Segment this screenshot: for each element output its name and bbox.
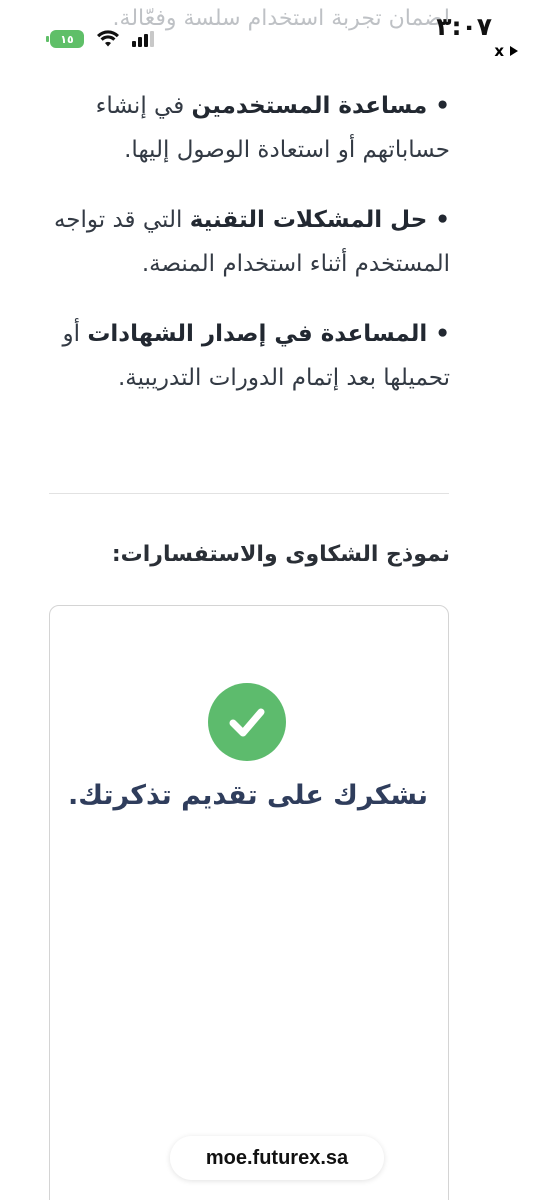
divider <box>49 493 449 494</box>
signal-icon <box>132 31 154 47</box>
form-heading: نموذج الشكاوى والاستفسارات: <box>111 542 450 567</box>
wifi-icon <box>96 30 120 48</box>
status-icons: ١٥ <box>46 30 154 48</box>
list-item-bold: • حل المشكلات التقنية <box>189 207 450 233</box>
list-item-bold: • المساعدة في إصدار الشهادات <box>87 321 450 347</box>
success-check-icon <box>208 683 286 761</box>
help-list: • مساعدة المستخدمين في إنشاء حساباتهم أو… <box>50 84 450 426</box>
list-item-bold: • مساعدة المستخدمين <box>191 93 451 119</box>
battery-icon: ١٥ <box>46 30 84 48</box>
url-bar[interactable]: moe.futurex.sa <box>170 1136 384 1180</box>
list-item: • حل المشكلات التقنية التي قد تواجه المس… <box>50 198 450 286</box>
battery-level: ١٥ <box>60 32 74 46</box>
close-label: x <box>494 42 504 60</box>
list-item: • المساعدة في إصدار الشهادات أو تحميلها … <box>50 312 451 400</box>
success-message: نشكرك على تقديم تذكرتك. <box>67 780 429 811</box>
play-icon <box>510 46 518 56</box>
page: لضمان تجربة استخدام سلسة وفعّالة. ٣:٠٧ ١… <box>0 0 554 1200</box>
url-domain: moe.futurex.sa <box>205 1146 349 1169</box>
list-item: • مساعدة المستخدمين في إنشاء حساباتهم أو… <box>50 84 450 172</box>
status-time: ٣:٠٧ <box>436 12 492 41</box>
partial-text-top: لضمان تجربة استخدام سلسة وفعّالة. <box>112 6 450 31</box>
close-overlay-button[interactable]: x <box>494 42 518 60</box>
